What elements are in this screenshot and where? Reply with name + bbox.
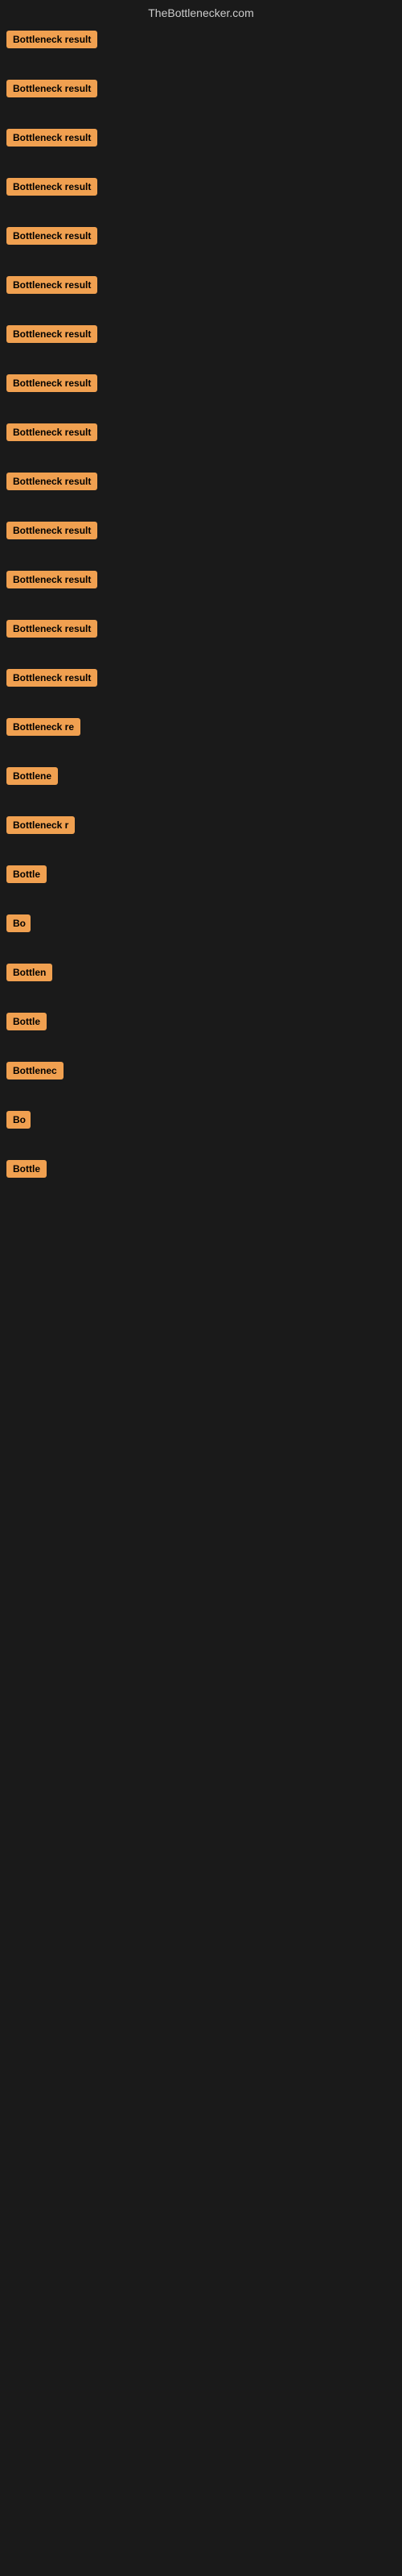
bottleneck-badge-1[interactable]: Bottleneck result <box>6 31 97 48</box>
bottleneck-badge-17[interactable]: Bottleneck r <box>6 816 75 834</box>
bottleneck-badge-6[interactable]: Bottleneck result <box>6 276 97 294</box>
result-row-5: Bottleneck result <box>3 222 399 254</box>
result-row-14: Bottleneck result <box>3 664 399 696</box>
bottleneck-badge-22[interactable]: Bottlenec <box>6 1062 64 1080</box>
result-row-6: Bottleneck result <box>3 271 399 303</box>
result-row-1: Bottleneck result <box>3 26 399 57</box>
bottleneck-badge-12[interactable]: Bottleneck result <box>6 571 97 588</box>
bottleneck-badge-3[interactable]: Bottleneck result <box>6 129 97 147</box>
page-container: TheBottlenecker.com Bottleneck resultBot… <box>0 0 402 1187</box>
bottleneck-badge-11[interactable]: Bottleneck result <box>6 522 97 539</box>
bottleneck-badge-7[interactable]: Bottleneck result <box>6 325 97 343</box>
bottleneck-badge-21[interactable]: Bottle <box>6 1013 47 1030</box>
bottleneck-badge-24[interactable]: Bottle <box>6 1160 47 1178</box>
result-row-12: Bottleneck result <box>3 566 399 597</box>
result-row-16: Bottlene <box>3 762 399 794</box>
bottleneck-badge-9[interactable]: Bottleneck result <box>6 423 97 441</box>
bottleneck-badge-23[interactable]: Bo <box>6 1111 31 1129</box>
bottleneck-badge-10[interactable]: Bottleneck result <box>6 473 97 490</box>
bottleneck-badge-20[interactable]: Bottlen <box>6 964 52 981</box>
bottleneck-badge-8[interactable]: Bottleneck result <box>6 374 97 392</box>
bottleneck-badge-14[interactable]: Bottleneck result <box>6 669 97 687</box>
result-row-19: Bo <box>3 910 399 941</box>
result-row-7: Bottleneck result <box>3 320 399 352</box>
bottleneck-badge-18[interactable]: Bottle <box>6 865 47 883</box>
site-title: TheBottlenecker.com <box>0 0 402 26</box>
bottleneck-badge-16[interactable]: Bottlene <box>6 767 58 785</box>
result-row-24: Bottle <box>3 1155 399 1187</box>
result-row-18: Bottle <box>3 861 399 892</box>
result-row-9: Bottleneck result <box>3 419 399 450</box>
result-row-10: Bottleneck result <box>3 468 399 499</box>
result-row-2: Bottleneck result <box>3 75 399 106</box>
result-row-15: Bottleneck re <box>3 713 399 745</box>
result-row-22: Bottlenec <box>3 1057 399 1088</box>
result-row-11: Bottleneck result <box>3 517 399 548</box>
result-row-3: Bottleneck result <box>3 124 399 155</box>
bottleneck-badge-13[interactable]: Bottleneck result <box>6 620 97 638</box>
result-row-17: Bottleneck r <box>3 811 399 843</box>
result-row-4: Bottleneck result <box>3 173 399 204</box>
result-row-21: Bottle <box>3 1008 399 1039</box>
bottleneck-badge-5[interactable]: Bottleneck result <box>6 227 97 245</box>
results-section: Bottleneck result Bottleneck result Bottle… <box>0 26 402 1187</box>
result-row-23: Bo <box>3 1106 399 1137</box>
bottleneck-badge-19[interactable]: Bo <box>6 914 31 932</box>
bottleneck-badge-4[interactable]: Bottleneck result <box>6 178 97 196</box>
result-row-13: Bottleneck result <box>3 615 399 646</box>
bottleneck-badge-15[interactable]: Bottleneck re <box>6 718 80 736</box>
bottleneck-badge-2[interactable]: Bottleneck result <box>6 80 97 97</box>
result-row-8: Bottleneck result <box>3 369 399 401</box>
result-row-20: Bottlen <box>3 959 399 990</box>
